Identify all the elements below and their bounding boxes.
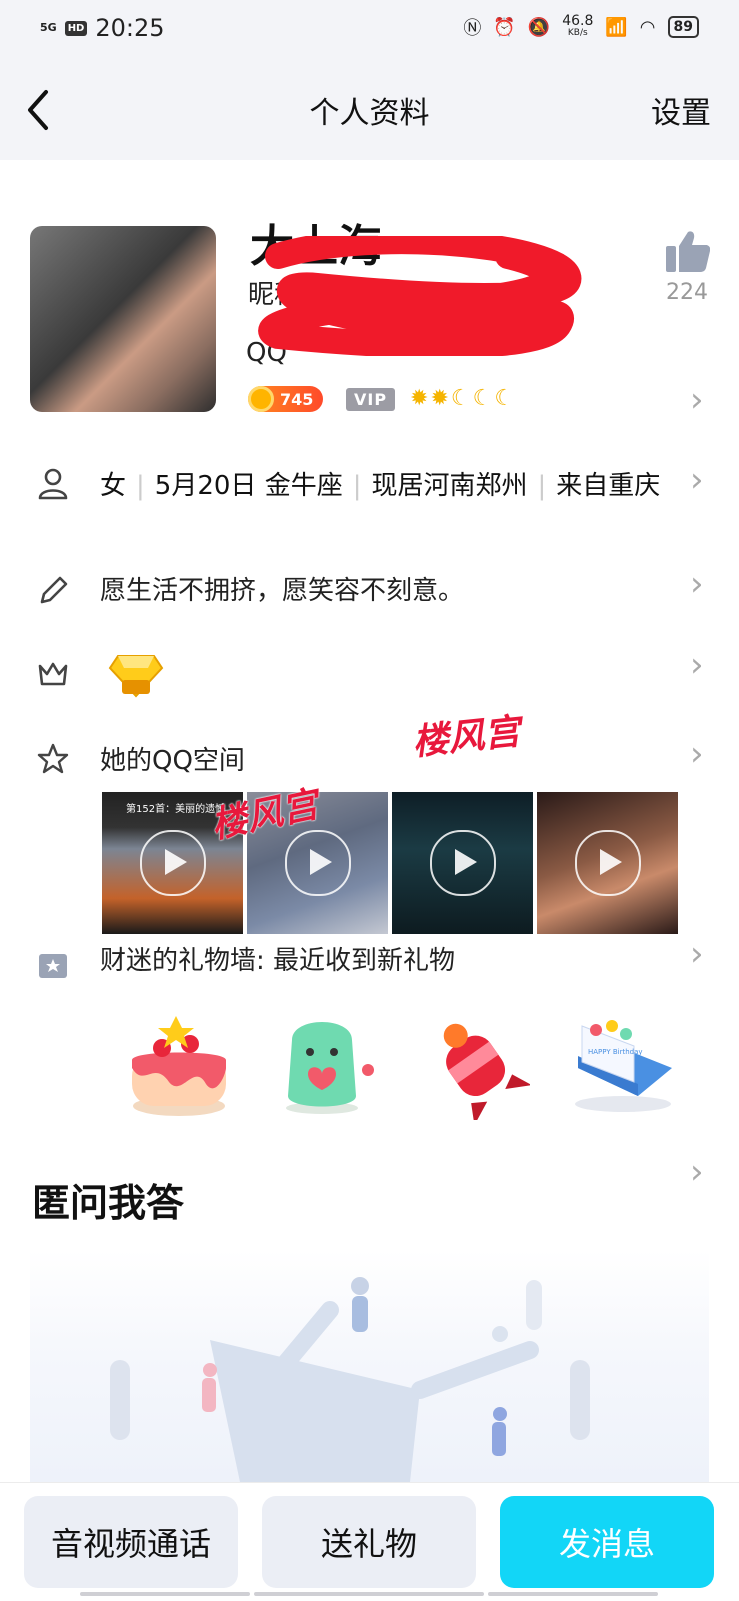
wifi-icon: ◠ <box>639 16 656 38</box>
moon-icon: ☾ <box>494 386 515 411</box>
mute-icon: 🔕 <box>527 16 551 38</box>
sunglasses-illustration <box>110 1277 590 1482</box>
gesture-bar-segment <box>254 1592 484 1596</box>
person-icon <box>38 468 68 500</box>
signature-text[interactable]: 愿生活不拥挤，愿笑容不刻意。 <box>100 570 464 607</box>
chevron-right-icon[interactable]: › <box>690 380 704 420</box>
card-text: HAPPY Birthday <box>588 1048 643 1056</box>
chevron-right-icon[interactable]: › <box>690 564 704 604</box>
basic-info[interactable]: 女 | 5月20日 金牛座 | 现居河南郑州 | 来自重庆 <box>100 464 680 508</box>
chevron-right-icon[interactable]: › <box>690 734 704 774</box>
gesture-bar-segment <box>488 1592 658 1596</box>
gender: 女 <box>100 471 127 501</box>
watermark: 楼风宫 <box>410 711 523 764</box>
video-call-button[interactable]: 音视频通话 <box>24 1496 238 1588</box>
chevron-right-icon[interactable]: › <box>690 645 704 685</box>
play-icon <box>140 830 206 896</box>
chevron-right-icon[interactable]: › <box>690 934 704 974</box>
cake-gift-icon[interactable] <box>124 1010 234 1120</box>
sun-icon: ✹ <box>410 386 429 411</box>
birthday-card-gift-icon[interactable]: HAPPY Birthday <box>568 1010 678 1120</box>
pencil-icon <box>40 576 68 604</box>
residence: 现居河南郑州 <box>371 471 528 501</box>
star-icon <box>37 743 69 774</box>
vip-badge: VIP <box>346 388 396 411</box>
gift-wall-label[interactable]: 财迷的礼物墙: 最近收到新礼物 <box>100 940 455 977</box>
clock: 20:25 <box>95 14 165 42</box>
gift-icon <box>39 954 67 978</box>
zodiac: 金牛座 <box>264 471 343 501</box>
qzone-photos: 第152首：美丽的遗憾 <box>102 792 678 934</box>
sun-icon: ✹ <box>430 386 449 411</box>
status-right: Ⓝ ⏰ 🔕 46.8 KB/s 📶 ◠ 89 <box>463 14 699 40</box>
redaction-scribble <box>258 236 582 356</box>
gesture-bar-segment <box>80 1592 250 1596</box>
birthday: 5月20日 <box>154 471 257 501</box>
nfc-icon: Ⓝ <box>463 18 482 39</box>
send-gift-button[interactable]: 送礼物 <box>262 1496 476 1588</box>
level-icons: ✹ ✹ ☾ ☾ ☾ <box>410 386 514 411</box>
alarm-icon: ⏰ <box>493 16 516 38</box>
chevron-right-icon[interactable]: › <box>690 460 704 500</box>
play-icon <box>285 830 351 896</box>
battery-indicator: 89 <box>667 16 699 38</box>
signal-indicator: 5G <box>40 21 57 34</box>
coin-value: 745 <box>280 389 314 409</box>
network-speed: 46.8 KB/s <box>562 13 594 39</box>
play-icon <box>430 830 496 896</box>
qzone-label[interactable]: 她的QQ空间 <box>100 740 245 777</box>
like-count: 224 <box>666 280 708 305</box>
qa-illustration <box>30 1250 709 1482</box>
avatar[interactable] <box>30 226 216 412</box>
coin-badge: 745 <box>248 386 324 412</box>
rooster-candy-gift-icon[interactable] <box>420 1010 530 1120</box>
speed-unit: KB/s <box>567 28 588 38</box>
status-left: 5G HD 20:25 <box>40 14 165 42</box>
qzone-photo[interactable] <box>537 792 678 934</box>
speed-value: 46.8 <box>562 13 594 29</box>
dino-gift-icon[interactable] <box>272 1010 382 1120</box>
hometown: 来自重庆 <box>556 471 661 501</box>
page-title: 个人资料 <box>309 96 430 131</box>
crown-icon <box>38 662 68 686</box>
moon-icon: ☾ <box>450 386 471 411</box>
qa-section-title: 匿问我答 <box>32 1181 185 1225</box>
moon-icon: ☾ <box>472 386 493 411</box>
thumbs-up-icon[interactable] <box>666 230 710 272</box>
send-message-button[interactable]: 发消息 <box>500 1496 714 1588</box>
chevron-right-icon[interactable]: › <box>690 1152 704 1192</box>
qzone-photo[interactable] <box>392 792 533 934</box>
play-icon <box>575 830 641 896</box>
settings-button[interactable]: 设置 <box>651 88 711 132</box>
wifi-calling-icon: 📶 <box>605 16 628 38</box>
coin-icon <box>248 386 274 412</box>
hd-badge: HD <box>64 20 88 36</box>
diamond-level-icon[interactable] <box>108 652 164 702</box>
